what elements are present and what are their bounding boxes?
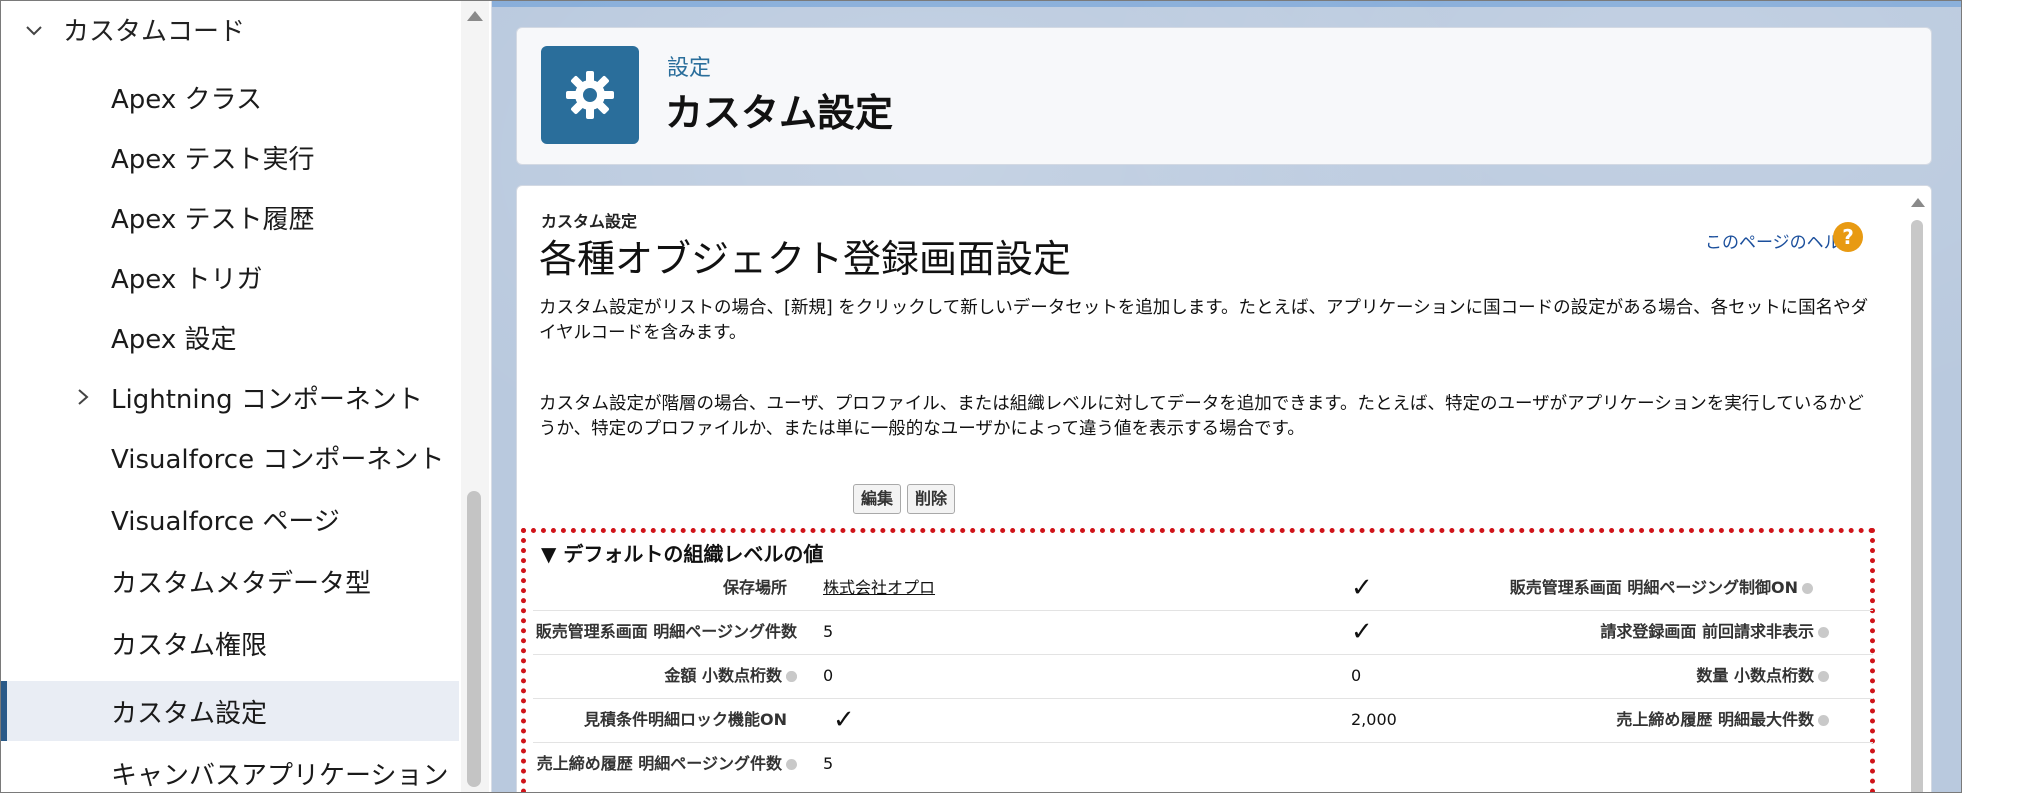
field-value: 2,000 (1351, 710, 1397, 729)
content-panel: カスタム設定 各種オブジェクト登録画面設定 このページのヘルプ ? カスタム設定… (516, 185, 1932, 792)
scroll-up-arrow-icon[interactable] (467, 11, 483, 21)
field-value: 0 (823, 666, 834, 685)
table-row: 売上締め履歴 明細ページング件数 5 (533, 742, 1873, 786)
main-area: 設定 カスタム設定 カスタム設定 各種オブジェクト登録画面設定 このページのヘル… (492, 1, 1961, 792)
sidebar-section-header[interactable]: カスタムコード (1, 1, 471, 63)
chevron-down-icon[interactable] (23, 19, 47, 43)
info-icon[interactable] (1818, 671, 1829, 682)
field-label: 見積条件明細ロック機能ON (584, 710, 787, 729)
sidebar-item-label: キャンバスアプリケーション (111, 760, 449, 791)
custom-setting-title: 各種オブジェクト登録画面設定 (539, 237, 1072, 281)
table-row: 販売管理系画面 明細ページング件数 5 請求登録画面 前回請求非表示 ✓ (533, 610, 1873, 682)
setup-sidebar: カスタムコード Apex クラス Apex テスト実行 Apex テスト履歴 A… (1, 1, 492, 792)
field-label: 数量 小数点桁数 (1033, 654, 1829, 698)
sidebar-item-apex-test-history[interactable]: Apex テスト履歴 (1, 187, 459, 247)
field-label: 金額 小数点桁数 (533, 654, 797, 698)
field-value: 0 (1351, 666, 1362, 685)
sidebar-section-label: カスタムコード (63, 17, 246, 47)
sidebar-item-apex-class[interactable]: Apex クラス (1, 67, 459, 127)
chevron-right-icon[interactable] (73, 385, 95, 409)
field-label: 販売管理系画面 明細ページング件数 (533, 610, 797, 682)
header-eyebrow[interactable]: 設定 (667, 50, 711, 82)
checkbox-checked-icon: ✓ (1351, 573, 1373, 603)
sidebar-item-label: Visualforce ページ (111, 506, 340, 537)
content-scrollbar[interactable] (1903, 186, 1931, 792)
sidebar-item-apex-test-run[interactable]: Apex テスト実行 (1, 127, 459, 187)
sidebar-item-label: Apex テスト履歴 (111, 204, 315, 235)
field-label: 販売管理系画面 明細ページング制御ON (1033, 566, 1813, 610)
description-hierarchy: カスタム設定が階層の場合、ユーザ、プロファイル、または組織レベルに対してデータを… (539, 394, 1864, 439)
scrollbar-thumb[interactable] (1911, 220, 1923, 792)
top-accent-bar (492, 1, 1961, 7)
sidebar-item-custom-settings[interactable]: カスタム設定 (1, 681, 459, 741)
table-row: 金額 小数点桁数 0 数量 小数点桁数 0 (533, 654, 1873, 699)
sidebar-item-apex-settings[interactable]: Apex 設定 (1, 307, 459, 367)
help-icon[interactable]: ? (1833, 222, 1863, 252)
checkbox-checked-icon: ✓ (833, 705, 855, 735)
info-icon[interactable] (1802, 583, 1813, 594)
sidebar-item-lightning-components[interactable]: Lightning コンポーネント (1, 367, 459, 427)
table-row: 見積条件明細ロック機能ON ✓ 売上締め履歴 明細最大件数 2,000 (533, 698, 1873, 743)
sidebar-item-label: カスタム設定 (111, 698, 268, 729)
gear-icon (541, 46, 639, 144)
sidebar-item-label: Apex トリガ (111, 264, 263, 295)
sidebar-item-label: カスタム権限 (111, 630, 268, 661)
sidebar-item-custom-permissions[interactable]: カスタム権限 (1, 613, 459, 673)
page-title: カスタム設定 (665, 91, 894, 135)
sidebar-scrollbar[interactable] (461, 1, 489, 792)
field-value: 5 (823, 622, 834, 641)
scrollbar-thumb[interactable] (467, 491, 481, 787)
info-icon[interactable] (1818, 715, 1829, 726)
checkbox-checked-icon: ✓ (1351, 617, 1373, 647)
field-label: 請求登録画面 前回請求非表示 (1033, 610, 1829, 654)
edit-button[interactable]: 編集 (853, 484, 902, 514)
sidebar-item-label: Visualforce コンポーネント (111, 444, 445, 475)
info-icon[interactable] (1818, 627, 1829, 638)
field-label: 保存場所 (722, 578, 787, 597)
delete-button[interactable]: 削除 (907, 484, 956, 514)
sidebar-item-label: カスタムメタデータ型 (111, 568, 372, 599)
info-icon[interactable] (786, 759, 797, 770)
info-icon[interactable] (786, 671, 797, 682)
field-value-link[interactable]: 株式会社オプロ (823, 566, 935, 610)
field-label: 売上締め履歴 明細ページング件数 (533, 742, 797, 786)
sidebar-item-label: Lightning コンポーネント (111, 384, 423, 415)
app-window: カスタムコード Apex クラス Apex テスト実行 Apex テスト履歴 A… (0, 0, 1962, 793)
scroll-up-arrow-icon[interactable] (1911, 198, 1925, 207)
page-header: 設定 カスタム設定 (516, 27, 1932, 165)
sidebar-item-canvas-apps[interactable]: キャンバスアプリケーション (1, 743, 459, 792)
field-value: 5 (823, 754, 834, 773)
description-list: カスタム設定がリストの場合、[新規] をクリックして新しいデータセットを追加しま… (539, 298, 1869, 343)
sidebar-item-label: Apex テスト実行 (111, 144, 315, 175)
sidebar-item-label: Apex 設定 (111, 324, 237, 355)
sidebar-item-visualforce-components[interactable]: Visualforce コンポーネント (1, 427, 459, 487)
table-row: 保存場所 株式会社オプロ 販売管理系画面 明細ページング制御ON ✓ (533, 566, 1873, 611)
sidebar-item-custom-metadata-types[interactable]: カスタムメタデータ型 (1, 551, 459, 611)
section-title[interactable]: ▼ デフォルトの組織レベルの値 (541, 538, 823, 567)
field-label: 売上締め履歴 明細最大件数 (1033, 698, 1829, 742)
sidebar-item-apex-trigger[interactable]: Apex トリガ (1, 247, 459, 307)
sidebar-item-label: Apex クラス (111, 84, 262, 115)
sidebar-item-visualforce-pages[interactable]: Visualforce ページ (1, 489, 459, 549)
